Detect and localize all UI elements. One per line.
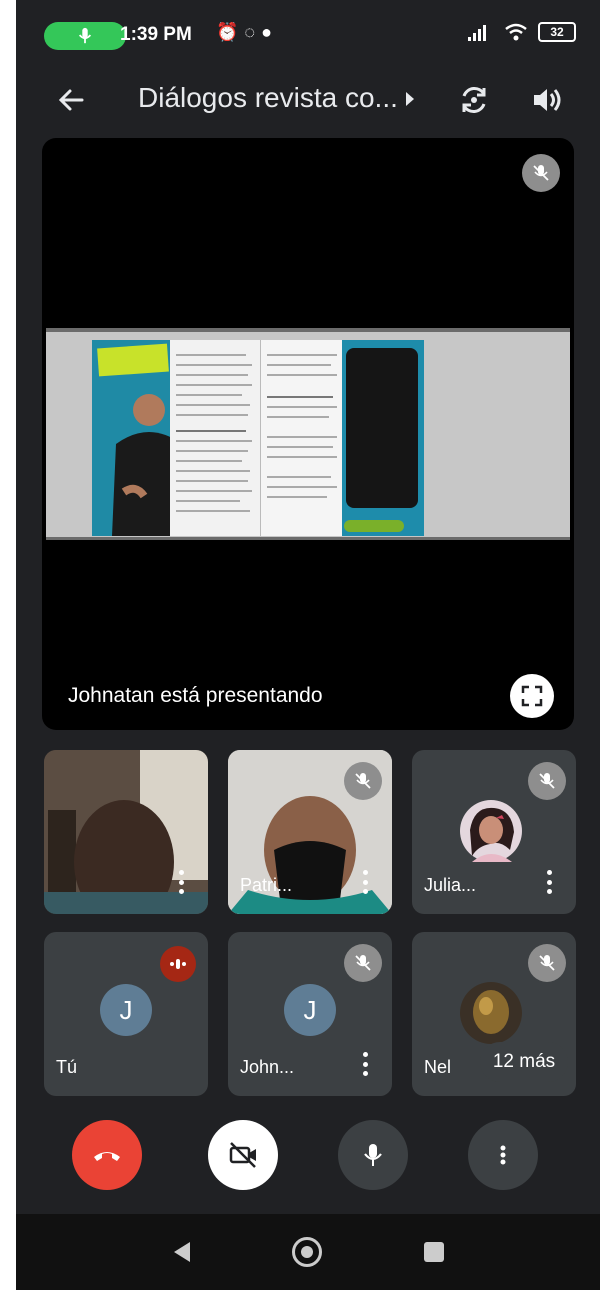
battery-icon: 32 xyxy=(538,22,576,42)
status-time: 1:39 PM xyxy=(120,24,192,45)
participant-avatar xyxy=(460,982,522,1044)
presentation-tile[interactable]: 9 xyxy=(42,138,574,730)
shared-screen-content: 9 xyxy=(46,328,570,540)
participant-tile[interactable]: Patri... xyxy=(228,750,392,914)
self-tile[interactable]: J Tú xyxy=(44,932,208,1096)
active-mic-pill[interactable] xyxy=(44,22,126,50)
mic-off-icon xyxy=(528,944,566,982)
participant-name: Patri... xyxy=(240,875,293,895)
notification-icons: ⏰ ◌ ● xyxy=(216,22,272,43)
participant-menu-button[interactable] xyxy=(178,870,184,894)
magazine-text-column-2 xyxy=(260,340,344,536)
mic-off-icon xyxy=(344,762,382,800)
microphone-toggle-button[interactable] xyxy=(338,1120,408,1190)
status-bar: 1:39 PM ⏰ ◌ ● 32 xyxy=(16,0,600,64)
chevron-right-icon[interactable] xyxy=(406,92,414,106)
more-options-button[interactable] xyxy=(468,1120,538,1190)
switch-camera-icon[interactable] xyxy=(454,80,494,120)
mic-off-icon xyxy=(344,944,382,982)
mic-off-icon xyxy=(528,762,566,800)
camera-off-icon xyxy=(229,1142,256,1168)
nav-home-icon[interactable] xyxy=(292,1237,322,1267)
participant-name: Tú xyxy=(56,1057,78,1077)
fullscreen-icon xyxy=(521,685,543,707)
system-nav-bar xyxy=(16,1214,600,1290)
whatsapp-icon: ◌ xyxy=(244,22,256,42)
mic-icon xyxy=(364,1144,382,1166)
nav-back-icon[interactable] xyxy=(174,1242,190,1262)
presenting-label: Johnatan está presentando xyxy=(68,684,323,707)
meeting-title[interactable]: Diálogos revista co... xyxy=(138,82,398,114)
messenger-icon: ● xyxy=(261,22,272,42)
participant-menu-button[interactable] xyxy=(362,1052,368,1076)
wifi-icon xyxy=(505,23,527,41)
speaking-indicator-icon xyxy=(160,946,196,982)
participant-tile[interactable]: Julia... xyxy=(412,750,576,914)
mic-off-icon xyxy=(522,154,560,192)
fullscreen-button[interactable] xyxy=(510,674,554,718)
participant-name: John... xyxy=(240,1057,295,1077)
magazine-text-column xyxy=(170,340,262,536)
speaker-icon[interactable] xyxy=(526,80,566,120)
system-icons: 32 xyxy=(468,22,576,42)
back-arrow-icon[interactable] xyxy=(52,80,92,120)
nav-recents-icon[interactable] xyxy=(424,1242,444,1262)
end-call-button[interactable] xyxy=(72,1120,142,1190)
avatar: J xyxy=(100,984,152,1036)
avatar: J xyxy=(284,984,336,1036)
phone-screen: 1:39 PM ⏰ ◌ ● 32 Diálogos revista co... … xyxy=(16,0,600,1290)
more-vertical-icon xyxy=(500,1145,506,1165)
alarm-icon: ⏰ xyxy=(216,22,239,42)
participant-menu-button[interactable] xyxy=(362,870,368,894)
call-controls xyxy=(16,1120,600,1200)
participant-name: Julia... xyxy=(424,875,477,895)
hang-up-icon xyxy=(94,1152,120,1161)
signal-icon xyxy=(468,25,486,41)
participant-name: Nel xyxy=(424,1057,452,1077)
magazine-dark-panel xyxy=(342,340,424,536)
participant-tile[interactable]: J John... xyxy=(228,932,392,1096)
mic-icon xyxy=(78,27,92,44)
camera-toggle-button[interactable] xyxy=(208,1120,278,1190)
participant-avatar xyxy=(460,800,522,862)
meeting-header: Diálogos revista co... xyxy=(16,64,600,134)
more-participants-chip[interactable]: 12 más xyxy=(480,1042,568,1082)
participant-menu-button[interactable] xyxy=(546,870,552,894)
participant-tile[interactable] xyxy=(44,750,208,914)
